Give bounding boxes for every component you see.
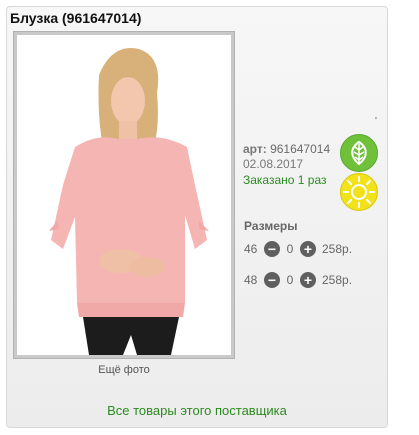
plus-button[interactable]: + bbox=[300, 272, 316, 288]
leaf-icon bbox=[340, 134, 378, 172]
all-supplier-goods-link[interactable]: Все товары этого поставщика bbox=[6, 403, 388, 418]
price-value: 258р. bbox=[322, 273, 353, 287]
size-row: 48 − 0 + 258р. bbox=[244, 272, 352, 288]
woman-in-pink-blouse-image bbox=[17, 35, 231, 355]
size-row: 46 − 0 + 258р. bbox=[244, 241, 352, 257]
sun-icon bbox=[340, 173, 378, 211]
article-value: 961647014 bbox=[270, 142, 331, 156]
plus-button[interactable]: + bbox=[300, 241, 316, 257]
ordered-count: Заказано 1 раз bbox=[243, 173, 327, 187]
article-label: арт: bbox=[243, 142, 267, 156]
marker-tick: ' bbox=[375, 116, 377, 127]
product-photo-frame[interactable] bbox=[13, 31, 235, 359]
quantity-value: 0 bbox=[286, 242, 294, 256]
price-value: 258р. bbox=[322, 242, 353, 256]
quantity-value: 0 bbox=[286, 273, 294, 287]
minus-button[interactable]: − bbox=[264, 272, 280, 288]
more-photos-link[interactable]: Ещё фото bbox=[13, 364, 235, 376]
product-photo[interactable] bbox=[17, 35, 231, 355]
size-value: 46 bbox=[244, 242, 258, 256]
sizes-title: Размеры bbox=[244, 219, 298, 233]
article-row: арт: 961647014 bbox=[243, 142, 330, 156]
product-date: 02.08.2017 bbox=[243, 157, 304, 171]
product-title: Блузка (961647014) bbox=[10, 10, 142, 26]
size-value: 48 bbox=[244, 273, 258, 287]
minus-button[interactable]: − bbox=[264, 241, 280, 257]
